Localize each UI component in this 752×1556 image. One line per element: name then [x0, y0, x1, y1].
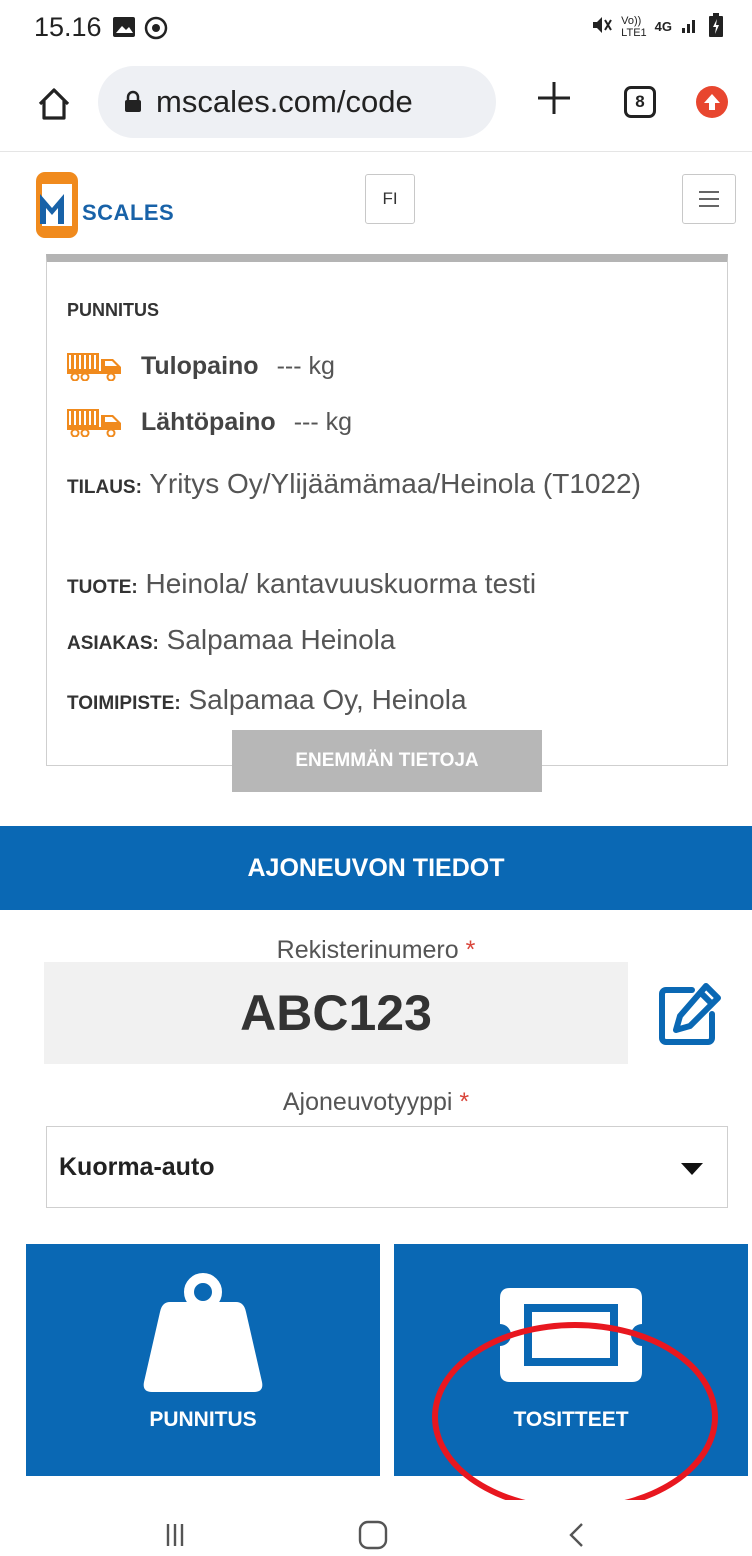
order-value: Yritys Oy/Ylijäämämaa/Heinola (T1022) [141, 468, 641, 499]
new-tab-button[interactable] [530, 74, 578, 122]
signal-icon [680, 15, 700, 38]
network-type: 4G [654, 19, 672, 34]
customer-field: ASIAKAS: Salpamaa Heinola [67, 622, 717, 662]
caret-down-icon [681, 1163, 703, 1175]
customer-key: ASIAKAS: [67, 633, 159, 654]
required-mark: * [465, 936, 476, 964]
product-field: TUOTE: Heinola/ kantavuuskuorma testi [67, 566, 717, 606]
vehicle-section-header: AJONEUVON TIEDOT [0, 826, 752, 910]
truck-icon [67, 409, 121, 437]
weighing-info-card: PUNNITUS Tulopaino --- kg Lähtöpaino --- [46, 254, 728, 766]
address-bar[interactable]: mscales.com/code [98, 66, 496, 138]
truck-icon [67, 353, 121, 381]
home-icon [38, 88, 70, 120]
weighing-tile-label: PUNNITUS [149, 1408, 257, 1431]
logo-text: SCALES [82, 200, 175, 225]
documents-tile-button[interactable]: TOSITTEET [394, 1244, 748, 1476]
mute-icon [591, 14, 613, 39]
arrow-up-icon [704, 94, 720, 110]
battery-icon [708, 12, 724, 41]
exit-weight-value: --- kg [293, 407, 353, 436]
recents-icon[interactable] [160, 1520, 190, 1550]
site-header: SCALES FI [0, 152, 752, 252]
reg-number-display: ABC123 [44, 962, 628, 1064]
screen-record-icon [144, 16, 168, 45]
product-value: Heinola/ kantavuuskuorma testi [137, 568, 537, 599]
gallery-icon [112, 16, 136, 43]
weight-icon [143, 1273, 263, 1392]
status-bar: 15.16 Vo)) LTE1 4G [0, 0, 752, 60]
home-button[interactable] [30, 80, 78, 128]
language-button[interactable]: FI [365, 174, 415, 224]
card-title: PUNNITUS [67, 300, 160, 320]
office-key: TOIMIPISTE: [67, 693, 181, 714]
edit-icon [659, 983, 721, 1045]
mscales-logo[interactable]: SCALES [34, 172, 184, 238]
back-icon[interactable] [564, 1520, 588, 1550]
vehicle-type-value: Kuorma-auto [59, 1153, 215, 1181]
exit-weight-label: Lähtöpaino [141, 407, 276, 436]
order-key: TILAUS: [67, 477, 142, 498]
reg-number-label: Rekisterinumero * [276, 936, 476, 964]
customer-value: Salpamaa Heinola [158, 624, 396, 655]
update-button[interactable] [696, 86, 728, 118]
more-info-button[interactable]: ENEMMÄN TIETOJA [232, 730, 542, 792]
status-time: 15.16 [34, 12, 102, 42]
weighing-tile-button[interactable]: PUNNITUS [26, 1244, 380, 1476]
vehicle-type-label: Ajoneuvotyyppi * [282, 1088, 470, 1116]
system-nav-bar [0, 1500, 752, 1556]
vehicle-type-select[interactable]: Kuorma-auto [46, 1126, 728, 1208]
product-key: TUOTE: [67, 577, 138, 598]
entry-weight-row: Tulopaino --- kg [67, 346, 335, 386]
office-value: Salpamaa Oy, Heinola [180, 684, 467, 715]
browser-toolbar: mscales.com/code 8 [0, 62, 752, 152]
menu-button[interactable] [682, 174, 736, 224]
ticket-icon [500, 1288, 642, 1382]
url-text: mscales.com/code [156, 84, 413, 119]
order-field: TILAUS: Yritys Oy/Ylijäämämaa/Heinola (T… [67, 466, 717, 506]
office-field: TOIMIPISTE: Salpamaa Oy, Heinola [67, 682, 717, 722]
documents-tile-label: TOSITTEET [513, 1408, 629, 1431]
volte-indicator: Vo)) LTE1 [621, 14, 647, 39]
entry-weight-value: --- kg [276, 351, 335, 380]
home-nav-icon[interactable] [356, 1518, 390, 1552]
tabs-button[interactable]: 8 [624, 86, 656, 118]
entry-weight-label: Tulopaino [141, 351, 259, 380]
edit-reg-button[interactable] [656, 980, 726, 1046]
lock-icon [124, 90, 142, 117]
status-indicators: Vo)) LTE1 4G [591, 12, 724, 41]
plus-icon [538, 82, 570, 114]
exit-weight-row: Lähtöpaino --- kg [67, 402, 352, 442]
required-mark: * [459, 1088, 470, 1116]
